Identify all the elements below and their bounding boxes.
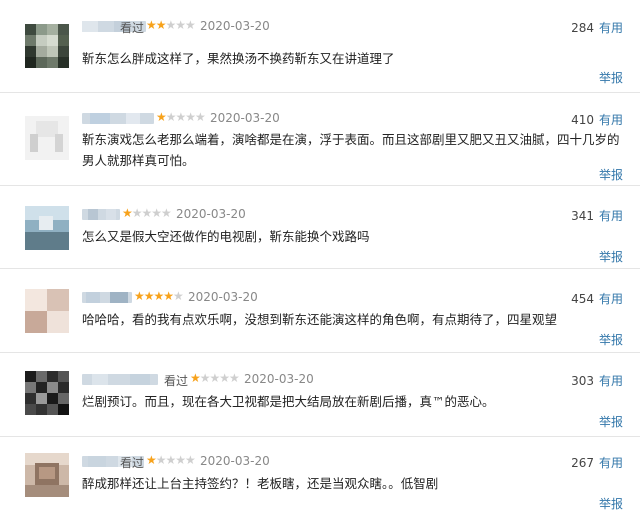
avatar[interactable] xyxy=(25,453,69,497)
star-rating: ★★★★★ xyxy=(156,110,206,124)
review-date: 2020-03-20 xyxy=(244,372,314,386)
helpful-button[interactable]: 有用 xyxy=(599,374,623,388)
username-redacted[interactable] xyxy=(82,374,158,385)
divider xyxy=(0,185,640,186)
vote-count: 267 xyxy=(571,456,594,470)
username-redacted[interactable] xyxy=(82,209,120,220)
star-rating: ★★★★★ xyxy=(146,453,196,467)
review-date: 2020-03-20 xyxy=(188,290,258,304)
report-link[interactable]: 举报 xyxy=(599,69,623,86)
review-date: 2020-03-20 xyxy=(176,207,246,221)
star-rating: ★★★★★ xyxy=(134,289,184,303)
star-rating: ★★★★★ xyxy=(122,206,172,220)
username-redacted[interactable] xyxy=(82,113,154,124)
vote-area: 267 有用 xyxy=(571,454,623,471)
avatar[interactable] xyxy=(25,206,69,250)
helpful-button[interactable]: 有用 xyxy=(599,456,623,470)
report-link[interactable]: 举报 xyxy=(599,495,623,512)
vote-count: 410 xyxy=(571,113,594,127)
review-content: 怎么又是假大空还做作的电视剧，靳东能换个戏路吗 xyxy=(82,229,370,244)
star-rating: ★★★★★ xyxy=(146,18,196,32)
watch-status: 看过 xyxy=(120,456,145,470)
vote-count: 303 xyxy=(571,374,594,388)
report-link[interactable]: 举报 xyxy=(599,166,623,183)
review-header: ★★★★★ 2020-03-20 xyxy=(82,206,622,224)
helpful-button[interactable]: 有用 xyxy=(599,21,623,35)
avatar[interactable] xyxy=(25,116,69,160)
report-link[interactable]: 举报 xyxy=(599,248,623,265)
watch-status: 看过 xyxy=(120,21,145,35)
vote-area: 454 有用 xyxy=(571,290,623,307)
review-date: 2020-03-20 xyxy=(200,454,270,468)
review-header: 看过 ★★★★★ 2020-03-20 xyxy=(82,453,622,471)
vote-count: 284 xyxy=(571,21,594,35)
divider xyxy=(0,352,640,353)
review-content: 烂剧预订。而且，现在各大卫视都是把大结局放在新剧后播，真™的恶心。 xyxy=(82,394,495,409)
watch-status: 看过 xyxy=(164,374,189,388)
review-header: 看过 ★★★★★ 2020-03-20 xyxy=(82,18,622,36)
review-date: 2020-03-20 xyxy=(200,19,270,33)
review-content: 醉成那样还让上台主持签约？！老板瞎，还是当观众瞎。。低智剧 xyxy=(82,476,439,491)
avatar[interactable] xyxy=(25,289,69,333)
review-content: 靳东演戏怎么老那么端着，演啥都是在演，浮于表面。而且这部剧里又肥又丑又油腻，四十… xyxy=(82,132,620,168)
review-header: ★★★★★ 2020-03-20 xyxy=(82,110,622,128)
vote-area: 341 有用 xyxy=(571,207,623,224)
avatar[interactable] xyxy=(25,24,69,68)
report-link[interactable]: 举报 xyxy=(599,413,623,430)
report-link[interactable]: 举报 xyxy=(599,331,623,348)
helpful-button[interactable]: 有用 xyxy=(599,209,623,223)
vote-area: 303 有用 xyxy=(571,372,623,389)
review-content: 靳东怎么胖成这样了，果然换汤不换药靳东又在讲道理了 xyxy=(82,51,395,66)
divider xyxy=(0,268,640,269)
vote-count: 341 xyxy=(571,209,594,223)
star-rating: ★★★★★ xyxy=(190,371,240,385)
avatar[interactable] xyxy=(25,371,69,415)
username-redacted[interactable] xyxy=(82,292,132,303)
review-header: ★★★★★ 2020-03-20 xyxy=(82,289,622,307)
helpful-button[interactable]: 有用 xyxy=(599,292,623,306)
helpful-button[interactable]: 有用 xyxy=(599,113,623,127)
review-header: 看过 ★★★★★ 2020-03-20 xyxy=(82,371,622,389)
vote-area: 284 有用 xyxy=(571,19,623,36)
review-content: 哈哈哈，看的我有点欢乐啊，没想到靳东还能演这样的角色啊，有点期待了，四星观望 xyxy=(82,312,558,327)
vote-count: 454 xyxy=(571,292,594,306)
review-date: 2020-03-20 xyxy=(210,111,280,125)
divider xyxy=(0,92,640,93)
vote-area: 410 有用 xyxy=(571,111,623,128)
divider xyxy=(0,436,640,437)
